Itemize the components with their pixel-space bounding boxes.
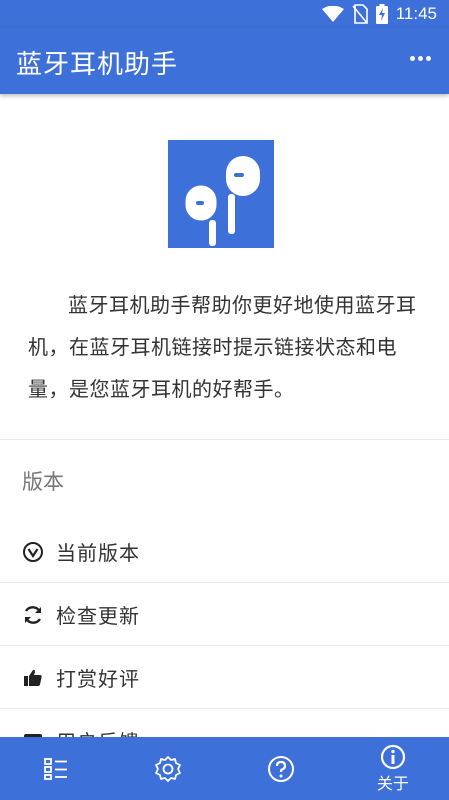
version-menu: 当前版本 检查更新 打赏好评	[0, 520, 449, 772]
nav-item-help[interactable]	[225, 737, 337, 800]
list-icon	[44, 757, 68, 780]
menu-item-label: 检查更新	[56, 604, 140, 628]
nav-item-list[interactable]	[0, 737, 112, 800]
check-circle-icon	[22, 541, 44, 563]
nav-item-label: 关于	[376, 773, 409, 793]
app-logo	[168, 140, 274, 248]
earphones-icon	[182, 156, 260, 246]
menu-item-label: 打赏好评	[56, 667, 140, 691]
bottom-nav: 关于	[0, 737, 449, 800]
battery-charging-icon	[375, 4, 388, 24]
settings-icon	[155, 755, 182, 782]
app-bar: 蓝牙耳机助手	[0, 28, 449, 94]
refresh-icon	[22, 604, 44, 626]
no-sim-icon	[352, 4, 368, 24]
section-title-version: 版本	[22, 470, 64, 494]
info-icon	[380, 744, 405, 769]
wifi-icon	[321, 6, 344, 22]
menu-item-label: 当前版本	[56, 541, 140, 565]
thumbs-up-icon	[22, 667, 44, 689]
menu-item-check-update[interactable]: 检查更新	[0, 583, 449, 646]
menu-item-current-version[interactable]: 当前版本	[0, 520, 449, 583]
divider	[0, 439, 449, 440]
app-description: 蓝牙耳机助手帮助你更好地使用蓝牙耳机，在蓝牙耳机链接时提示链接状态和电量，是您蓝…	[28, 293, 417, 401]
more-horizontal-icon	[409, 55, 415, 61]
nav-item-about[interactable]: 关于	[337, 737, 449, 800]
status-time: 11:45	[395, 4, 437, 23]
nav-item-settings[interactable]	[112, 737, 224, 800]
menu-item-rate[interactable]: 打赏好评	[0, 646, 449, 709]
help-icon	[267, 755, 294, 782]
app-title: 蓝牙耳机助手	[16, 50, 179, 80]
more-button[interactable]	[405, 48, 435, 68]
status-bar: 11:45	[0, 0, 449, 28]
